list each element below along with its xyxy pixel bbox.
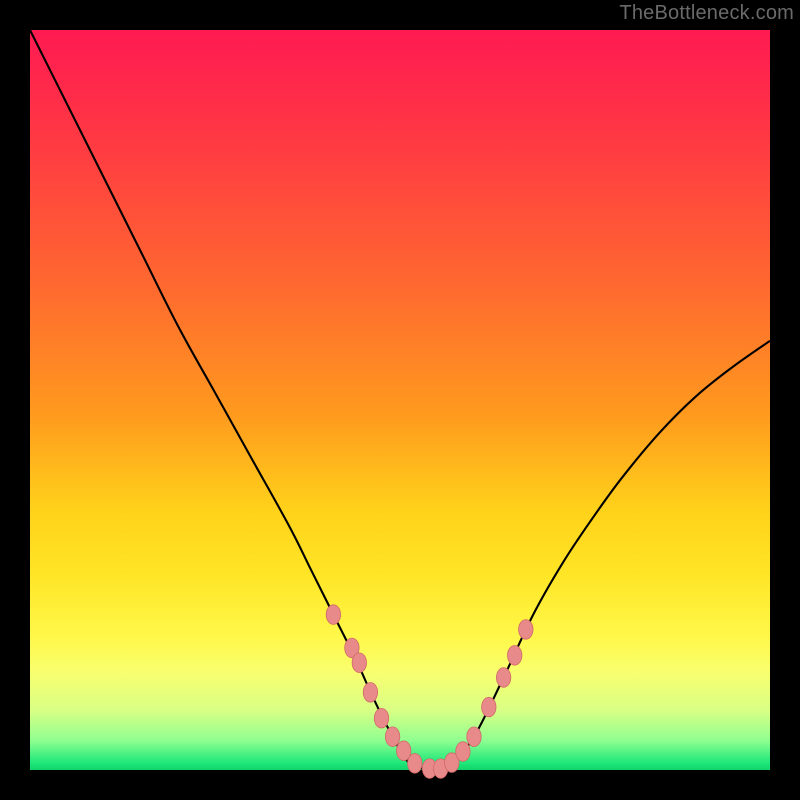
watermark: TheBottleneck.com	[619, 2, 794, 25]
marker-dot	[519, 620, 533, 640]
marker-dot	[374, 708, 388, 728]
bottleneck-curve	[30, 30, 770, 769]
marker-dot	[508, 646, 522, 666]
marker-dot	[408, 754, 422, 774]
plot-area	[30, 30, 770, 770]
marker-dot	[482, 697, 496, 717]
marker-dot	[496, 668, 510, 688]
chart-svg	[30, 30, 770, 770]
marker-dot	[467, 727, 481, 747]
marker-dot	[352, 653, 366, 673]
chart-frame: TheBottleneck.com	[0, 0, 800, 800]
marker-group	[326, 605, 533, 779]
marker-dot	[363, 683, 377, 703]
marker-dot	[326, 605, 340, 625]
marker-dot	[385, 727, 399, 747]
marker-dot	[456, 742, 470, 762]
